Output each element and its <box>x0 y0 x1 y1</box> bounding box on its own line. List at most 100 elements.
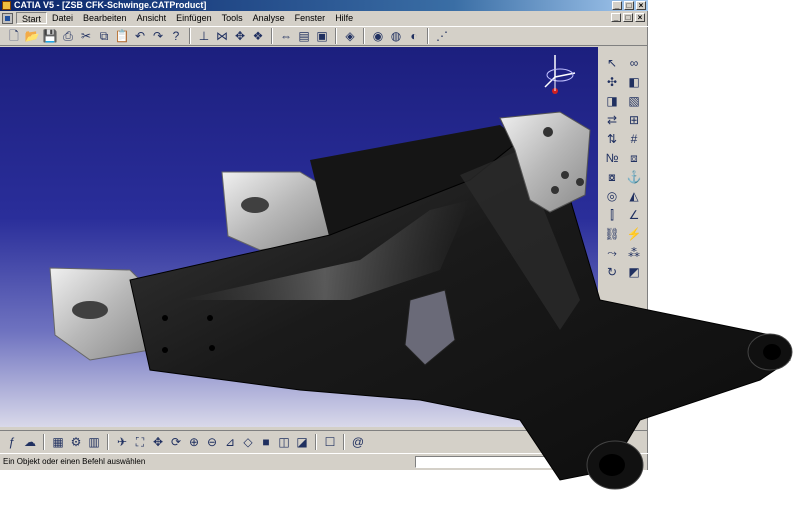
fit-all-icon[interactable]: ⛶ <box>132 434 148 450</box>
select-arrow-icon[interactable]: ↖ <box>604 55 620 71</box>
photo-studio-icon[interactable]: ◍ <box>388 28 404 44</box>
graph-tree-icon[interactable]: ⊞ <box>626 112 642 128</box>
angle-icon[interactable]: ∠ <box>626 207 642 223</box>
update-all-icon[interactable]: @ <box>350 434 366 450</box>
contact-icon[interactable]: ◭ <box>626 188 642 204</box>
menu-tools[interactable]: Tools <box>217 12 248 24</box>
cut-icon[interactable]: ✂ <box>78 28 94 44</box>
existing-component-icon[interactable]: ▧ <box>626 93 642 109</box>
iso-view-icon[interactable]: ◇ <box>240 434 256 450</box>
whats-this-icon[interactable]: ? <box>168 28 184 44</box>
render-icon[interactable]: ◉ <box>370 28 386 44</box>
scene-icon[interactable]: ◐ <box>406 28 422 44</box>
fix-together-icon[interactable]: ⛓ <box>604 226 620 242</box>
pan-move-icon[interactable]: ✥ <box>150 434 166 450</box>
fast-multi-instantiation-icon[interactable]: ⧇ <box>604 169 620 185</box>
quick-constraint-icon[interactable]: ⚡ <box>626 226 642 242</box>
fly-mode-icon[interactable]: ∞ <box>626 55 642 71</box>
swap-visible-icon[interactable]: ◪ <box>294 434 310 450</box>
paste-icon[interactable]: 📋 <box>114 28 130 44</box>
zoom-in-icon[interactable]: ⊕ <box>186 434 202 450</box>
close-button[interactable]: × <box>636 1 646 10</box>
explode-icon[interactable]: ❖ <box>250 28 266 44</box>
knowledge-icon[interactable]: ☁ <box>22 434 38 450</box>
maximize-button[interactable]: □ <box>624 1 634 10</box>
update-icon[interactable]: ↻ <box>604 264 620 280</box>
constraint-icon[interactable]: ⊥ <box>196 28 212 44</box>
manipulate-icon[interactable]: ✥ <box>232 28 248 44</box>
product-structure-toolbar: ↖ ∞ ✣ ◧ ◨ ▧ ⇄ ⊞ ⇅ # № ⧈ ⧇ ⚓ ◎ ◭ ⫿ ∠ ⛓ ⚡ ⤳ ⁂ ↻ ◩ <box>598 47 648 427</box>
toolbar-separator <box>427 28 429 44</box>
grid-icon[interactable]: ⋰ <box>434 28 450 44</box>
normal-view-icon[interactable]: ⊿ <box>222 434 238 450</box>
power-input-field[interactable] <box>415 456 625 468</box>
properties-icon[interactable]: ▥ <box>86 434 102 450</box>
toolbar-separator <box>343 433 345 450</box>
apply-material-icon[interactable]: ◈ <box>342 28 358 44</box>
component-icon[interactable]: ◧ <box>626 74 642 90</box>
print-icon[interactable]: ⎙ <box>60 28 76 44</box>
toolbar-separator <box>271 28 273 44</box>
document-system-icon[interactable] <box>2 12 13 24</box>
menu-hilfe[interactable]: Hilfe <box>330 12 358 24</box>
save-icon[interactable]: 💾 <box>42 28 58 44</box>
table-icon[interactable]: ▦ <box>50 434 66 450</box>
toolbar-separator <box>43 433 45 450</box>
toolbar-separator <box>363 28 365 44</box>
menu-datei[interactable]: Datei <box>47 12 78 24</box>
menu-analyse[interactable]: Analyse <box>248 12 290 24</box>
numbering-icon[interactable]: # <box>626 131 642 147</box>
window-controls: _ □ × <box>612 1 646 10</box>
view-mode-icon[interactable]: ☐ <box>322 434 338 450</box>
menu-fenster[interactable]: Fenster <box>290 12 331 24</box>
menu-start[interactable]: Start <box>16 12 48 24</box>
toolbar-separator <box>315 433 317 450</box>
reuse-pattern-icon[interactable]: ⁂ <box>626 245 642 261</box>
parameter-icon[interactable]: ⚙ <box>68 434 84 450</box>
copy-icon[interactable]: ⧉ <box>96 28 112 44</box>
product-icon[interactable]: ▣ <box>314 28 330 44</box>
status-bar: Ein Objekt oder einen Befehl auswählen <box>0 453 648 470</box>
reorder-icon[interactable]: ⇅ <box>604 131 620 147</box>
viewport-graphics <box>544 55 590 412</box>
flexible-icon[interactable]: ⤳ <box>604 245 620 261</box>
doc-close-button[interactable]: × <box>635 13 645 22</box>
toolbar-separator <box>107 433 109 450</box>
redo-icon[interactable]: ↷ <box>150 28 166 44</box>
3d-viewport[interactable] <box>0 47 598 427</box>
standard-toolbar: 🗋 📂 💾 ⎙ ✂ ⧉ 📋 ↶ ↷? ⊥ ⋈ ✥ ❖ ⇔ ▤ ▣ ◈ ◉ ◍ ◐ ⋰ <box>0 26 648 46</box>
doc-restore-button[interactable]: □ <box>623 13 633 22</box>
measure-icon[interactable]: ⇔ <box>278 28 294 44</box>
snap-icon[interactable]: ⋈ <box>214 28 230 44</box>
menu-einfuegen[interactable]: Einfügen <box>171 12 217 24</box>
title-bar: CATIA V5 - [ZSB CFK-Schwinge.CATProduct]… <box>0 0 648 11</box>
open-icon[interactable]: 📂 <box>24 28 40 44</box>
product-insert-icon[interactable]: ◨ <box>604 93 620 109</box>
catalog-icon[interactable]: ▤ <box>296 28 312 44</box>
toolbar-separator <box>335 28 337 44</box>
new-icon[interactable]: 🗋 <box>6 28 22 44</box>
menu-ansicht[interactable]: Ansicht <box>132 12 172 24</box>
coincidence-icon[interactable]: ◎ <box>604 188 620 204</box>
menu-bearbeiten[interactable]: Bearbeiten <box>78 12 132 24</box>
document-window-controls: _ □ × <box>611 13 645 22</box>
rotate-icon[interactable]: ⟳ <box>168 434 184 450</box>
compass-icon[interactable] <box>544 55 576 94</box>
hide-show-icon[interactable]: ◫ <box>276 434 292 450</box>
doc-minimize-button[interactable]: _ <box>611 13 621 22</box>
minimize-button[interactable]: _ <box>612 1 622 10</box>
constraint-fix-icon[interactable]: ⚓ <box>626 169 642 185</box>
undo-icon[interactable]: ↶ <box>132 28 148 44</box>
generate-numbering-icon[interactable]: № <box>604 150 620 166</box>
replace-icon[interactable]: ⇄ <box>604 112 620 128</box>
axis-triad-icon <box>574 397 590 412</box>
window-title: CATIA V5 - [ZSB CFK-Schwinge.CATProduct] <box>14 0 207 10</box>
multi-instantiation-icon[interactable]: ⧈ <box>626 150 642 166</box>
pan-icon[interactable]: ✣ <box>604 74 620 90</box>
sectioning-icon[interactable]: ◩ <box>626 264 642 280</box>
shading-icon[interactable]: ■ <box>258 434 274 450</box>
offset-icon[interactable]: ⫿ <box>604 207 620 223</box>
zoom-out-icon[interactable]: ⊖ <box>204 434 220 450</box>
fly-icon[interactable]: ✈ <box>114 434 130 450</box>
formula-icon[interactable]: ƒ <box>4 434 20 450</box>
